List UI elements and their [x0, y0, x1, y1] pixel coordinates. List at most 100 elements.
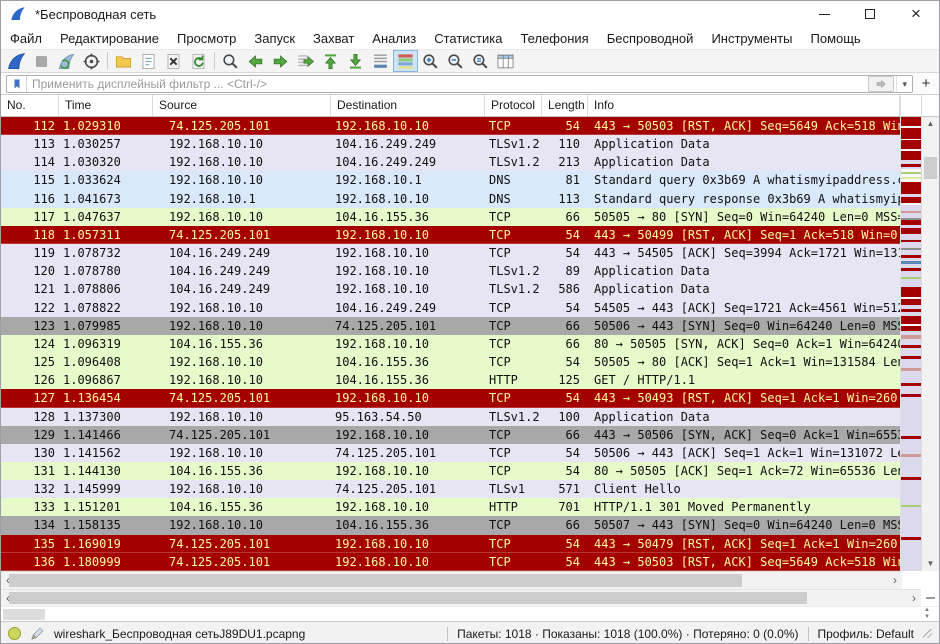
profile-selector[interactable]: Профиль: Default	[818, 627, 915, 641]
packet-row[interactable]: 1221.078822192.168.10.10104.16.249.249TC…	[1, 299, 900, 317]
wireshark-window: *Беспроводная сеть × ФайлРедактированиеП…	[0, 0, 940, 644]
reload-file-button[interactable]	[186, 50, 211, 72]
column-header-no[interactable]: No.	[1, 95, 59, 116]
start-capture-button[interactable]	[4, 50, 29, 72]
packet-row[interactable]: 1171.047637192.168.10.10104.16.155.36TCP…	[1, 208, 900, 226]
find-packet-button[interactable]	[218, 50, 243, 72]
menu-item-1[interactable]: Файл	[1, 31, 51, 46]
vertical-scrollbar-track[interactable]: ▲ ▼	[922, 117, 939, 571]
menu-item-11[interactable]: Помощь	[802, 31, 870, 46]
hscrollbar-thumb[interactable]	[9, 574, 742, 587]
menu-item-3[interactable]: Просмотр	[168, 31, 245, 46]
menu-item-8[interactable]: Телефония	[511, 31, 597, 46]
scroll-down-arrow[interactable]: ▼	[922, 557, 939, 571]
toolbar-separator	[107, 52, 108, 70]
go-forward-icon	[271, 52, 290, 71]
stop-capture-button[interactable]	[29, 50, 54, 72]
vertical-scrollbar[interactable]: ▲ ▼	[921, 95, 939, 571]
scroll-up-arrow[interactable]: ▲	[922, 117, 939, 131]
packet-row[interactable]: 1271.13645474.125.205.101192.168.10.10TC…	[1, 389, 900, 407]
packet-row[interactable]: 1321.145999192.168.10.1074.125.205.101TL…	[1, 480, 900, 498]
auto-scroll-button[interactable]	[368, 50, 393, 72]
capture-comment-icon[interactable]	[30, 626, 45, 641]
packet-row[interactable]: 1161.041673192.168.10.1192.168.10.10DNS1…	[1, 190, 900, 208]
menu-item-10[interactable]: Инструменты	[702, 31, 801, 46]
open-file-button[interactable]	[111, 50, 136, 72]
go-back-button[interactable]	[243, 50, 268, 72]
collapsed-pane-thumb[interactable]	[3, 609, 45, 620]
menu-item-6[interactable]: Анализ	[363, 31, 425, 46]
packet-row[interactable]: 1211.078806104.16.249.249192.168.10.10TL…	[1, 280, 900, 298]
filter-dropdown-caret[interactable]: ▾	[896, 76, 912, 92]
colorize-button[interactable]	[393, 50, 418, 72]
packet-row[interactable]: 1351.16901974.125.205.101192.168.10.10TC…	[1, 535, 900, 553]
packet-row[interactable]: 1361.18099974.125.205.101192.168.10.10TC…	[1, 553, 900, 571]
zoom-in-button[interactable]	[418, 50, 443, 72]
scroll-right-arrow[interactable]: ›	[888, 572, 902, 589]
hscrollbar-thumb[interactable]	[9, 592, 807, 604]
packet-row[interactable]: 1231.079985192.168.10.1074.125.205.101TC…	[1, 317, 900, 335]
column-header-info[interactable]: Info	[588, 95, 900, 116]
minimize-button[interactable]	[801, 1, 847, 27]
restart-capture-icon	[57, 52, 76, 71]
filter-input[interactable]	[27, 77, 868, 91]
capture-filename: wireshark_Беспроводная сетьJ89DU1.pcapng	[54, 627, 305, 641]
scroll-right-arrow[interactable]: ›	[907, 590, 921, 606]
filter-bookmark-icon[interactable]	[7, 76, 27, 92]
detail-pane-hscrollbar[interactable]: ‹ ›	[1, 589, 921, 606]
pane-splitter-handle[interactable]	[921, 589, 939, 606]
packet-row[interactable]: 1281.137300192.168.10.1095.163.54.50TLSv…	[1, 408, 900, 426]
filter-add-button[interactable]: +	[918, 75, 934, 93]
close-file-button[interactable]	[161, 50, 186, 72]
column-header-destination[interactable]: Destination	[331, 95, 485, 116]
packet-row[interactable]: 1121.02931074.125.205.101192.168.10.10TC…	[1, 117, 900, 135]
menu-item-4[interactable]: Запуск	[245, 31, 304, 46]
packet-row[interactable]: 1201.078780104.16.249.249192.168.10.10TL…	[1, 262, 900, 280]
filter-bar: ▾ +	[1, 73, 939, 95]
filter-apply-button[interactable]	[868, 76, 894, 92]
packet-row[interactable]: 1331.151201104.16.155.36192.168.10.10HTT…	[1, 498, 900, 516]
column-header-source[interactable]: Source	[153, 95, 331, 116]
resize-columns-button[interactable]	[493, 50, 518, 72]
packet-row[interactable]: 1181.05731174.125.205.101192.168.10.10TC…	[1, 226, 900, 244]
packet-row[interactable]: 1291.14146674.125.205.101192.168.10.10TC…	[1, 426, 900, 444]
packet-row[interactable]: 1261.096867192.168.10.10104.16.155.36HTT…	[1, 371, 900, 389]
go-to-top-button[interactable]	[318, 50, 343, 72]
expert-info-button[interactable]	[8, 627, 21, 640]
packet-minimap[interactable]	[901, 117, 921, 571]
menu-item-7[interactable]: Статистика	[425, 31, 511, 46]
save-file-button[interactable]	[136, 50, 161, 72]
menu-item-2[interactable]: Редактирование	[51, 31, 168, 46]
go-forward-button[interactable]	[268, 50, 293, 72]
column-header-protocol[interactable]: Protocol	[485, 95, 542, 116]
close-button[interactable]: ×	[893, 1, 939, 27]
go-to-packet-icon	[296, 52, 315, 71]
packet-row[interactable]: 1311.144130104.16.155.36192.168.10.10TCP…	[1, 462, 900, 480]
capture-options-button[interactable]	[79, 50, 104, 72]
restart-capture-button[interactable]	[54, 50, 79, 72]
menu-item-9[interactable]: Беспроводной	[598, 31, 703, 46]
vertical-scrollbar-thumb[interactable]	[924, 157, 937, 179]
window-resize-grip[interactable]	[923, 629, 932, 638]
packet-list-hscrollbar[interactable]: ‹ ›	[1, 571, 902, 589]
tiny-scroll-arrows[interactable]: ▲▼	[924, 607, 930, 621]
maximize-button[interactable]	[847, 1, 893, 27]
main-toolbar	[1, 49, 939, 73]
packet-row[interactable]: 1141.030320192.168.10.10104.16.249.249TL…	[1, 153, 900, 171]
zoom-reset-button[interactable]	[468, 50, 493, 72]
menu-item-5[interactable]: Захват	[304, 31, 363, 46]
packet-row[interactable]: 1301.141562192.168.10.1074.125.205.101TC…	[1, 444, 900, 462]
go-to-packet-button[interactable]	[293, 50, 318, 72]
go-to-bottom-button[interactable]	[343, 50, 368, 72]
packet-row[interactable]: 1151.033624192.168.10.10192.168.10.1DNS8…	[1, 171, 900, 189]
column-header-length[interactable]: Length	[542, 95, 588, 116]
stop-capture-icon	[32, 52, 51, 71]
column-header-time[interactable]: Time	[59, 95, 153, 116]
zoom-out-button[interactable]	[443, 50, 468, 72]
packet-row[interactable]: 1341.158135192.168.10.10104.16.155.36TCP…	[1, 516, 900, 534]
packet-row[interactable]: 1251.096408192.168.10.10104.16.155.36TCP…	[1, 353, 900, 371]
packet-minimap-column	[900, 95, 921, 571]
packet-row[interactable]: 1131.030257192.168.10.10104.16.249.249TL…	[1, 135, 900, 153]
packet-row[interactable]: 1241.096319104.16.155.36192.168.10.10TCP…	[1, 335, 900, 353]
packet-row[interactable]: 1191.078732104.16.249.249192.168.10.10TC…	[1, 244, 900, 262]
